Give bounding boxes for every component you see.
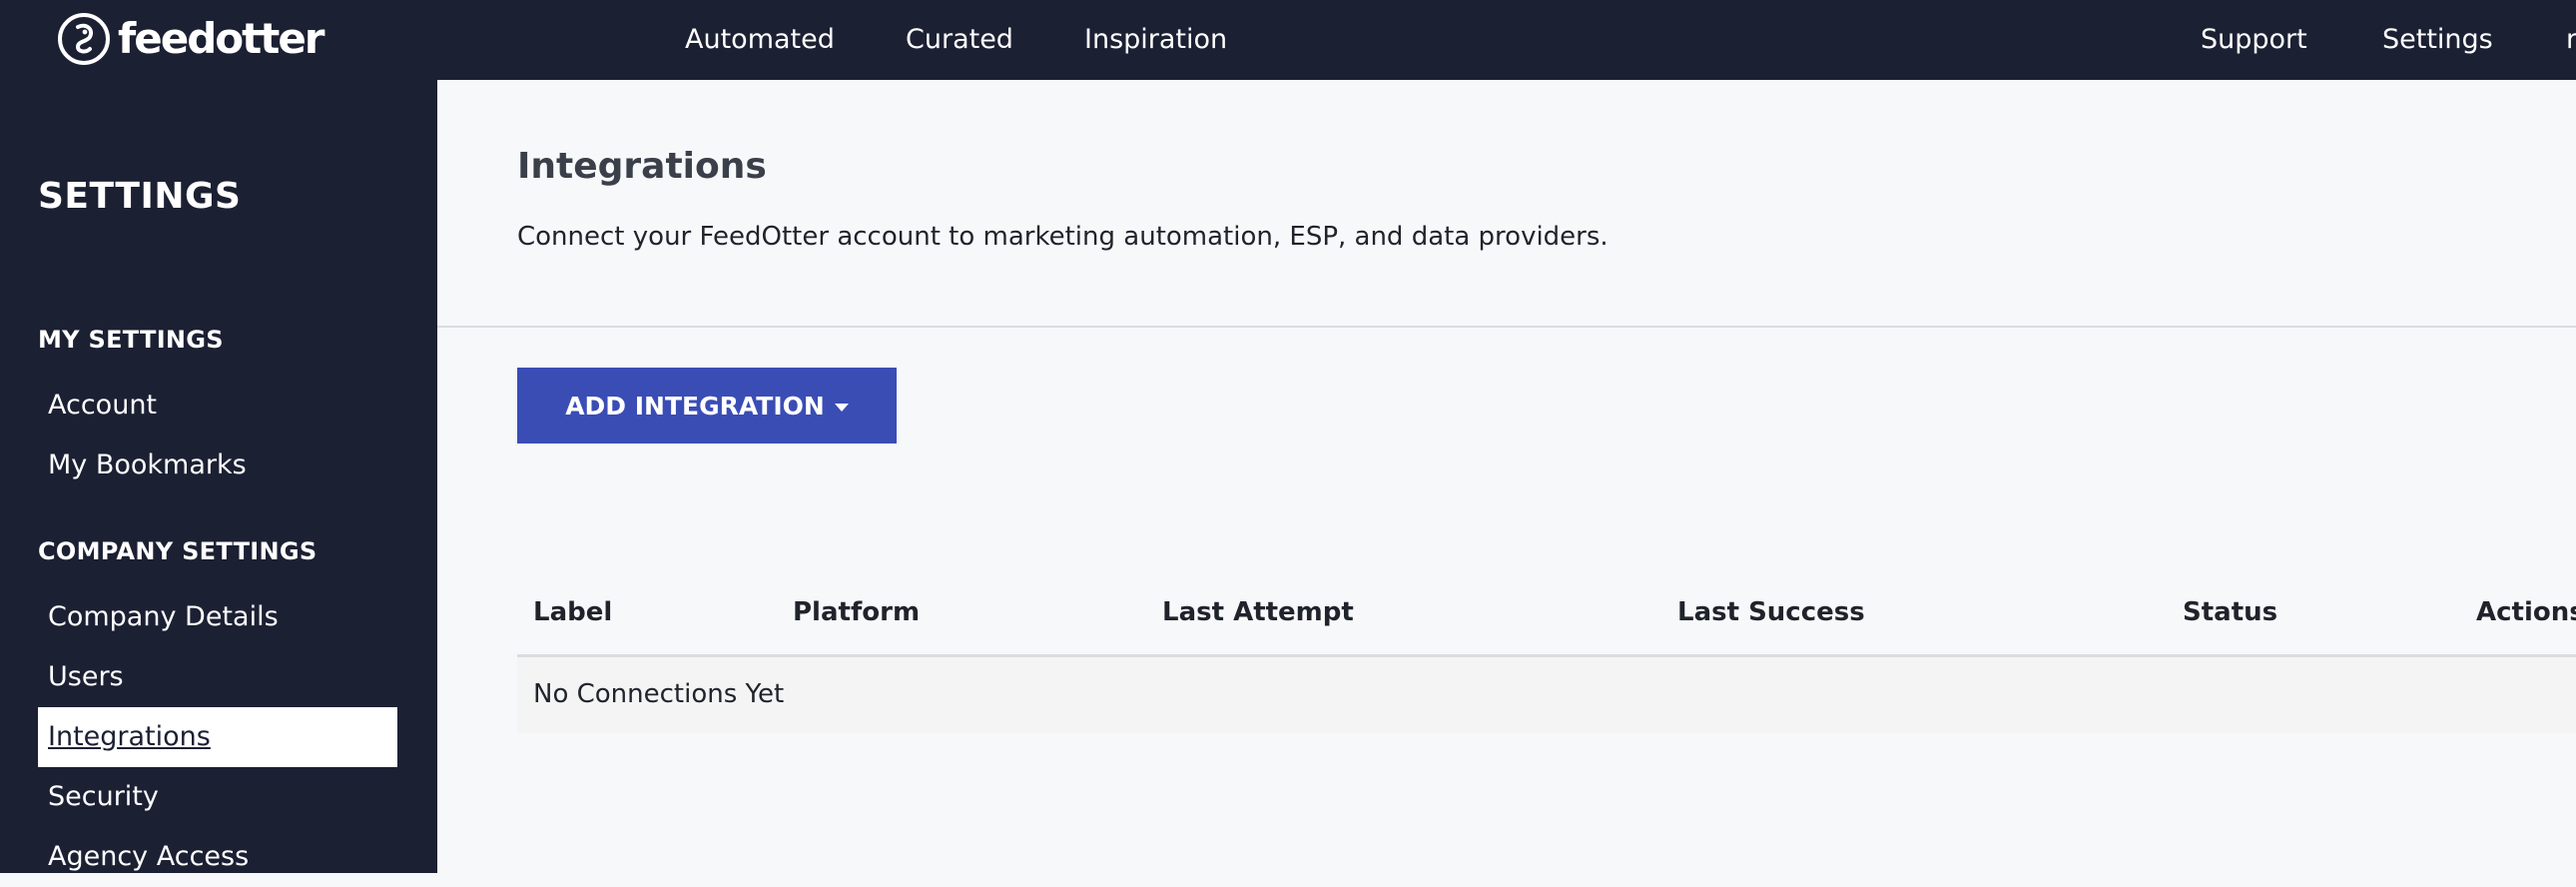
nav-user-menu[interactable]: r xyxy=(2566,0,2576,80)
sidebar-item-users[interactable]: Users xyxy=(38,647,397,707)
feedotter-logo[interactable]: feedotter xyxy=(56,6,325,72)
sidebar-item-account[interactable]: Account xyxy=(38,376,397,436)
add-integration-button[interactable]: ADD INTEGRATION xyxy=(517,368,897,444)
nav-inspiration[interactable]: Inspiration xyxy=(1084,0,1227,80)
sidebar-item-company-details[interactable]: Company Details xyxy=(38,587,397,647)
add-integration-label: ADD INTEGRATION xyxy=(565,391,825,421)
nav-support[interactable]: Support xyxy=(2201,0,2307,80)
top-navigation-bar: feedotter Automated Curated Inspiration … xyxy=(0,0,2576,80)
section-divider xyxy=(437,326,2576,328)
my-settings-heading: MY SETTINGS xyxy=(38,326,224,354)
empty-state-message: No Connections Yet xyxy=(533,679,785,709)
logo-wordmark: feedotter xyxy=(118,14,325,63)
sidebar-item-label: Integrations xyxy=(48,721,211,752)
table-row: No Connections Yet xyxy=(517,657,2576,733)
settings-sidebar: SETTINGS MY SETTINGS Account My Bookmark… xyxy=(0,80,437,873)
table-header-row: Label Platform Last Attempt Last Success… xyxy=(517,573,2576,657)
column-header-status[interactable]: Status xyxy=(2183,597,2277,627)
sidebar-item-label: Company Details xyxy=(48,601,279,632)
sidebar-item-label: Account xyxy=(48,390,158,421)
page-description: Connect your FeedOtter account to market… xyxy=(517,222,1609,252)
page-title: Integrations xyxy=(517,146,767,187)
nav-settings[interactable]: Settings xyxy=(2382,0,2493,80)
sidebar-item-security[interactable]: Security xyxy=(38,767,397,827)
nav-curated[interactable]: Curated xyxy=(906,0,1013,80)
sidebar-item-label: Agency Access xyxy=(48,841,250,872)
integrations-table: Label Platform Last Attempt Last Success… xyxy=(517,573,2576,733)
column-header-last-attempt[interactable]: Last Attempt xyxy=(1162,597,1354,627)
sidebar-item-label: Users xyxy=(48,661,124,692)
sidebar-item-my-bookmarks[interactable]: My Bookmarks xyxy=(38,436,397,495)
column-header-label[interactable]: Label xyxy=(533,597,612,627)
company-settings-heading: COMPANY SETTINGS xyxy=(38,537,318,565)
caret-down-icon xyxy=(834,403,849,412)
column-header-actions: Actions xyxy=(2476,597,2576,627)
otter-logo-icon xyxy=(58,13,110,65)
nav-automated[interactable]: Automated xyxy=(685,0,835,80)
column-header-last-success[interactable]: Last Success xyxy=(1677,597,1865,627)
sidebar-item-label: Security xyxy=(48,781,159,812)
sidebar-item-label: My Bookmarks xyxy=(48,449,247,480)
column-header-platform[interactable]: Platform xyxy=(793,597,920,627)
sidebar-title: SETTINGS xyxy=(38,176,242,217)
sidebar-item-agency-access[interactable]: Agency Access xyxy=(38,827,397,887)
main-content: Integrations Connect your FeedOtter acco… xyxy=(437,80,2576,873)
sidebar-item-integrations[interactable]: Integrations xyxy=(38,707,397,767)
